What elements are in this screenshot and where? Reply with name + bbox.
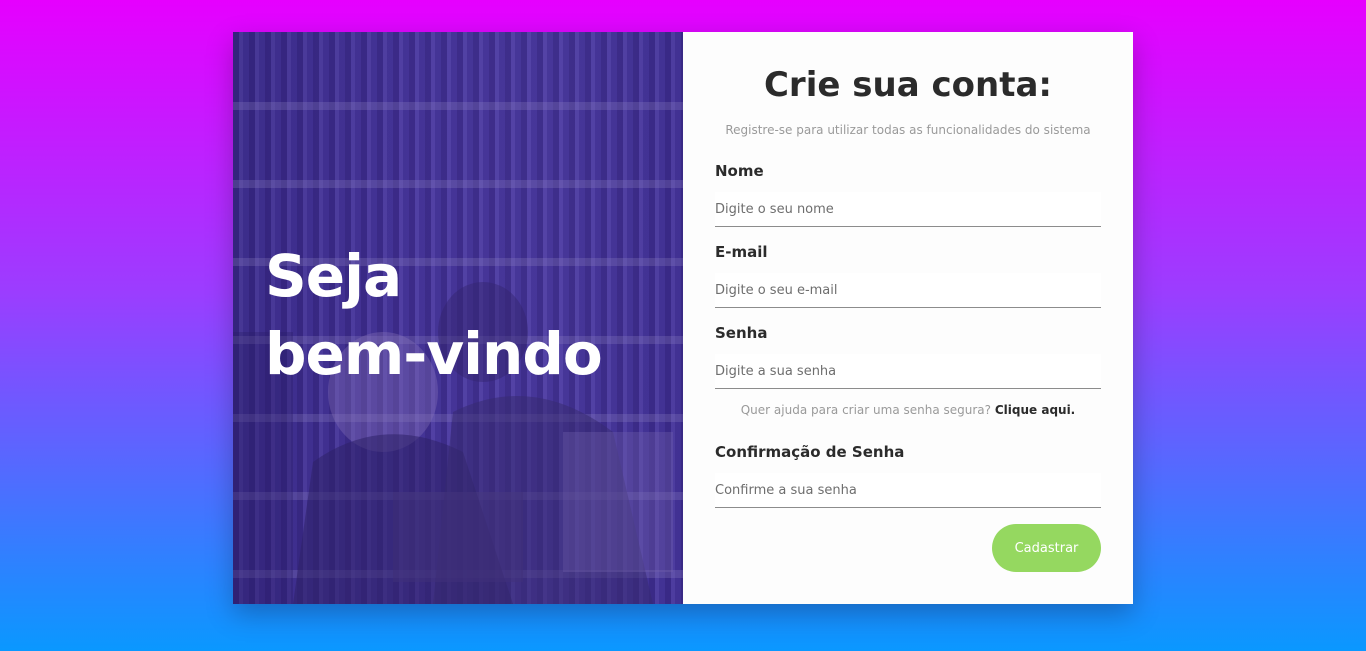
password-help: Quer ajuda para criar uma senha segura? …: [715, 403, 1101, 417]
welcome-heading: Seja bem-vindo: [265, 237, 603, 393]
welcome-line-2: bem-vindo: [265, 320, 603, 388]
form-subtitle: Registre-se para utilizar todas as funci…: [725, 123, 1091, 137]
form-title: Crie sua conta:: [763, 65, 1052, 105]
signup-form-panel: Crie sua conta: Registre-se para utiliza…: [683, 32, 1133, 604]
confirm-password-input[interactable]: [715, 473, 1101, 508]
password-help-text: Quer ajuda para criar uma senha segura?: [740, 403, 992, 417]
password-input[interactable]: [715, 354, 1101, 389]
name-label: Nome: [715, 162, 764, 180]
password-help-link[interactable]: Clique aqui.: [995, 403, 1075, 417]
welcome-panel: Seja bem-vindo: [233, 32, 683, 604]
email-input[interactable]: [715, 273, 1101, 308]
email-label: E-mail: [715, 243, 768, 261]
password-label: Senha: [715, 324, 768, 342]
register-button[interactable]: Cadastrar: [992, 524, 1101, 572]
welcome-line-1: Seja: [265, 242, 402, 310]
signup-card: Seja bem-vindo Crie sua conta: Registre-…: [233, 32, 1133, 604]
name-input[interactable]: [715, 192, 1101, 227]
confirm-password-label: Confirmação de Senha: [715, 443, 905, 461]
